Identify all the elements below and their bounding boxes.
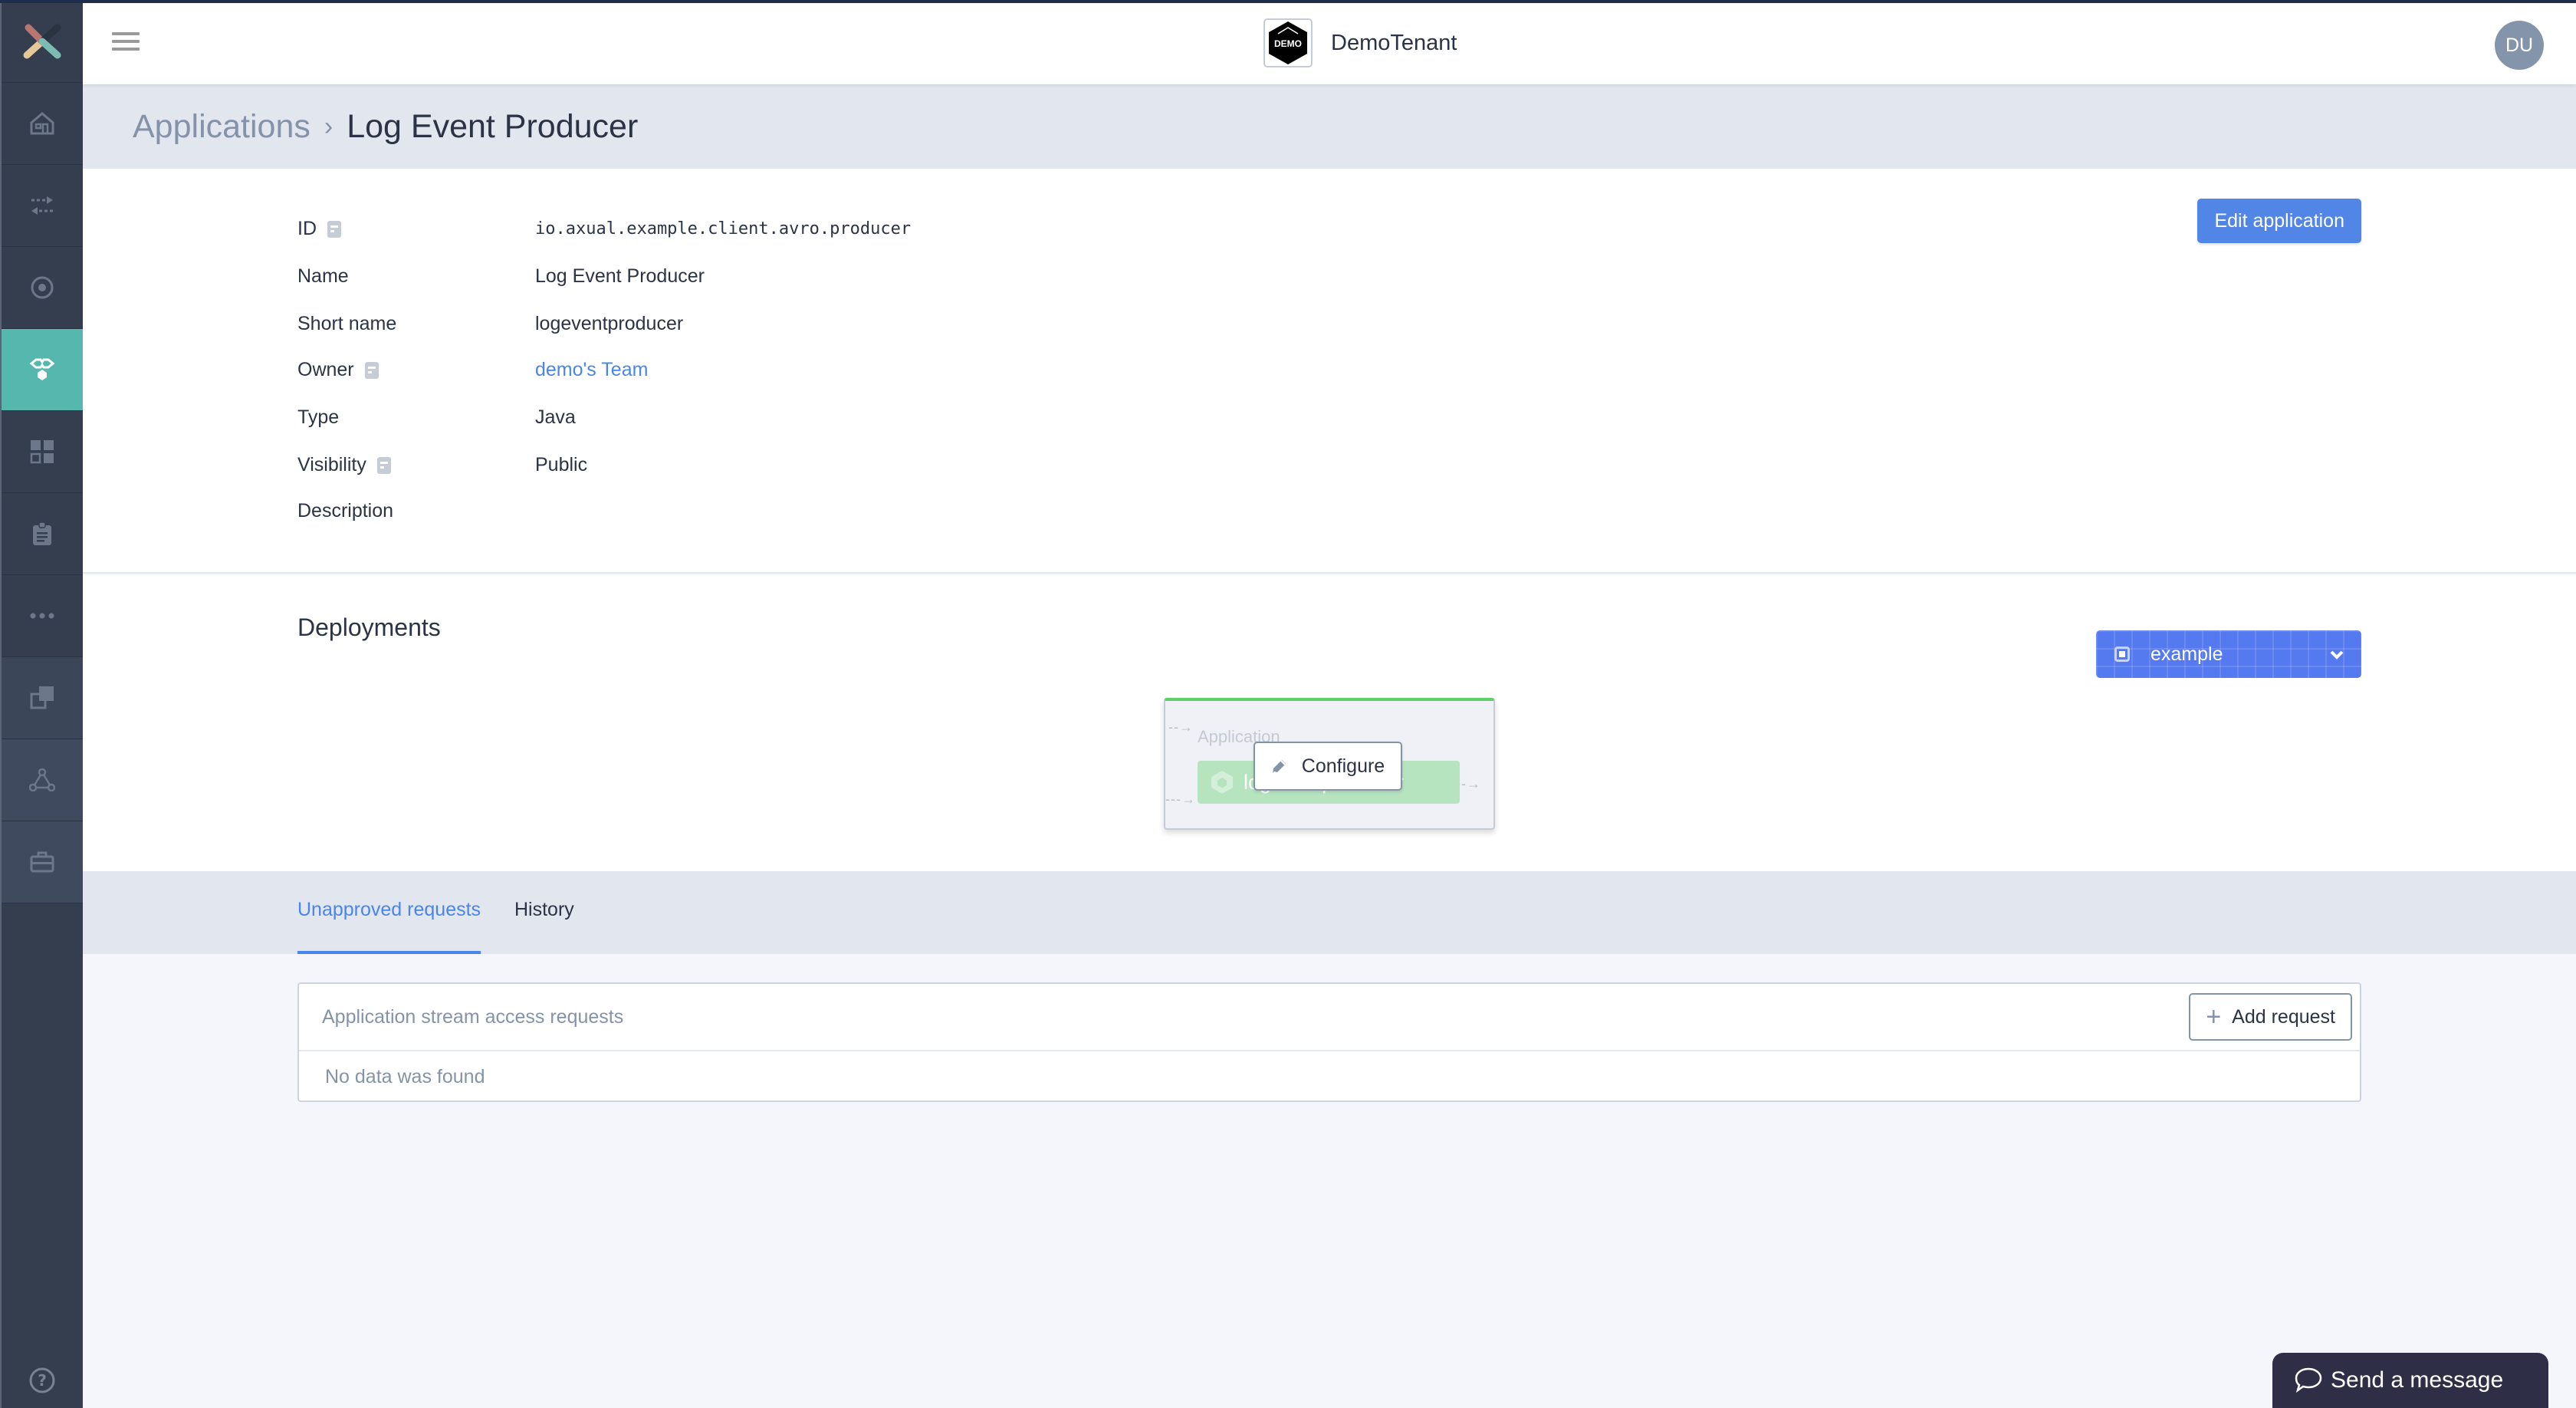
app-logo[interactable]: [2, 0, 83, 83]
tenant-name: DemoTenant: [1331, 30, 1457, 55]
sidebar-item-dashboard[interactable]: [2, 411, 83, 493]
chat-bubble-icon: [2295, 1367, 2322, 1393]
detail-label: Description: [297, 500, 394, 521]
more-icon: [30, 613, 54, 619]
detail-value-type: Java: [535, 406, 576, 428]
tab-bar: Unapproved requests History: [83, 871, 2576, 954]
chevron-down-icon: [2330, 650, 2344, 660]
tab-history[interactable]: History: [514, 899, 574, 954]
sidebar-item-environments[interactable]: [2, 247, 83, 329]
empty-state: No data was found: [325, 1065, 485, 1087]
detail-value-visibility: Public: [535, 454, 588, 475]
copy-icon: [30, 686, 54, 709]
help-icon: ?: [29, 1367, 55, 1393]
detail-value-name: Log Event Producer: [535, 265, 705, 287]
environment-icon: [2114, 646, 2130, 662]
breadcrumb: Applications › Log Event Producer: [83, 84, 2576, 169]
breadcrumb-applications-link[interactable]: Applications: [133, 108, 310, 146]
info-icon[interactable]: [327, 220, 341, 238]
sidebar-item-applications[interactable]: [2, 329, 83, 411]
requests-card-title: Application stream access requests: [322, 1005, 624, 1028]
configure-button[interactable]: Configure: [1254, 742, 1402, 791]
detail-value-id: io.axual.example.client.avro.producer: [535, 219, 912, 239]
streams-icon: [31, 196, 53, 215]
svg-text:DEMO: DEMO: [1274, 38, 1302, 49]
deployments-title: Deployments: [297, 614, 441, 641]
detail-value-short-name: logeventproducer: [535, 313, 684, 334]
pencil-icon: [1272, 760, 1286, 773]
page-title: Log Event Producer: [347, 107, 639, 145]
help-button[interactable]: ?: [2, 1367, 83, 1394]
breadcrumb-separator: ›: [324, 111, 334, 141]
network-icon: [29, 768, 55, 791]
plus-icon: +: [2206, 1002, 2222, 1031]
sidebar-item-streams[interactable]: [2, 165, 83, 247]
menu-toggle-button[interactable]: [112, 32, 140, 54]
add-request-button[interactable]: + Add request: [2189, 993, 2352, 1041]
send-message-button[interactable]: Send a message: [2272, 1353, 2548, 1408]
svg-text:?: ?: [38, 1371, 47, 1390]
detail-row-short-name: Short name logeventproducer: [297, 313, 683, 335]
sidebar-item-toolbox[interactable]: [2, 821, 83, 903]
detail-row-id: ID io.axual.example.client.avro.producer: [297, 218, 911, 240]
detail-label: ID: [297, 218, 317, 239]
edit-application-button[interactable]: Edit application: [2197, 199, 2361, 243]
tenant-logo: DEMO: [1263, 18, 1313, 67]
toolbox-icon: [30, 851, 54, 873]
detail-row-name: Name Log Event Producer: [297, 265, 705, 288]
incoming-arrow: --→: [1168, 719, 1194, 735]
detail-label: Visibility: [297, 454, 366, 475]
incoming-arrow: ---→: [1165, 791, 1196, 807]
detail-row-type: Type Java: [297, 406, 576, 429]
environment-icon: [31, 276, 54, 299]
detail-row-owner: Owner demo's Team: [297, 359, 648, 381]
info-icon[interactable]: [364, 361, 379, 379]
application-hexagon-icon: [1211, 771, 1233, 794]
detail-row-visibility: Visibility Public: [297, 454, 587, 476]
application-details: ID io.axual.example.client.avro.producer…: [83, 169, 2576, 574]
detail-label: Owner: [297, 359, 354, 380]
applications-icon: [29, 358, 55, 380]
home-icon: [30, 112, 54, 135]
axual-logo-icon: [23, 24, 61, 58]
dashboard-icon: [30, 440, 54, 464]
sidebar-item-requests[interactable]: [2, 493, 83, 575]
tenant-logo-icon: DEMO: [1269, 21, 1307, 64]
tenant-switcher[interactable]: DEMO DemoTenant: [1263, 18, 1457, 67]
clipboard-icon: [33, 521, 51, 545]
add-request-label: Add request: [2232, 1005, 2335, 1028]
sidebar-item-copies[interactable]: [2, 657, 83, 739]
environment-select-value: example: [2150, 643, 2223, 665]
info-icon[interactable]: [376, 456, 391, 474]
hamburger-line: [112, 40, 140, 43]
requests-card-header: Application stream access requests + Add…: [299, 984, 2360, 1051]
hamburger-line: [112, 48, 140, 51]
requests-card: Application stream access requests + Add…: [297, 982, 2361, 1102]
detail-label: Type: [297, 406, 340, 428]
deployments-section: Deployments example --→ ---→ --→ Applica…: [83, 575, 2576, 871]
sidebar-item-more[interactable]: [2, 575, 83, 657]
top-header: DEMO DemoTenant DU: [83, 3, 2576, 84]
detail-row-description: Description: [297, 500, 535, 522]
sidebar: ?: [0, 0, 83, 1408]
detail-label: Name: [297, 265, 349, 287]
user-avatar[interactable]: DU: [2495, 21, 2544, 70]
sidebar-item-home[interactable]: [2, 83, 83, 165]
environment-select[interactable]: example: [2096, 630, 2361, 678]
send-message-label: Send a message: [2331, 1367, 2504, 1393]
tab-unapproved-requests[interactable]: Unapproved requests: [297, 899, 481, 954]
owner-link[interactable]: demo's Team: [535, 359, 648, 381]
window-top-border: [0, 0, 2576, 3]
hamburger-line: [112, 32, 140, 35]
detail-label: Short name: [297, 313, 397, 334]
configure-button-label: Configure: [1301, 755, 1385, 777]
sidebar-item-network[interactable]: [2, 739, 83, 821]
